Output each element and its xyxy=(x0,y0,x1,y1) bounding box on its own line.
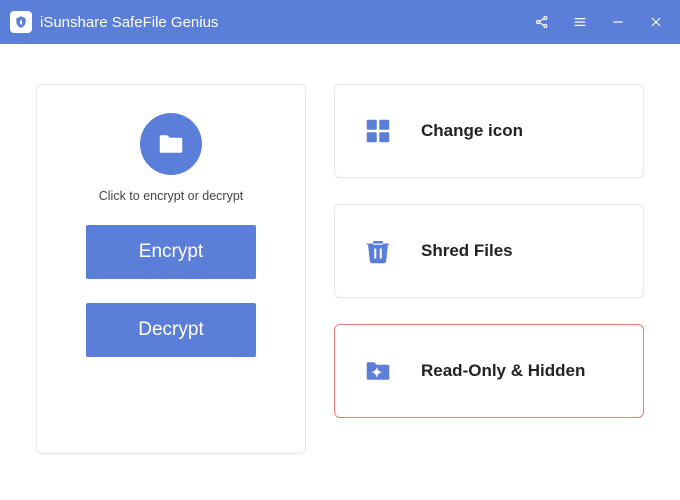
readonly-hidden-label: Read-Only & Hidden xyxy=(421,360,585,381)
close-icon[interactable] xyxy=(648,14,664,30)
encrypt-button[interactable]: Encrypt xyxy=(86,225,256,279)
trash-icon xyxy=(359,236,397,266)
main-content: Click to encrypt or decrypt Encrypt Decr… xyxy=(0,44,680,494)
encrypt-decrypt-card: Click to encrypt or decrypt Encrypt Decr… xyxy=(36,84,306,454)
encrypt-hint-text: Click to encrypt or decrypt xyxy=(99,189,244,203)
app-title: iSunshare SafeFile Genius xyxy=(40,14,534,31)
grid-icon xyxy=(359,116,397,146)
folder-gear-icon xyxy=(359,356,397,386)
titlebar: iSunshare SafeFile Genius xyxy=(0,0,680,44)
folder-icon xyxy=(140,113,202,175)
change-icon-label: Change icon xyxy=(421,120,523,141)
menu-icon[interactable] xyxy=(572,14,588,30)
app-logo-icon xyxy=(10,11,32,33)
readonly-hidden-card[interactable]: Read-Only & Hidden xyxy=(334,324,644,418)
feature-column: Change icon Shred Files Read-Only & Hidd… xyxy=(334,84,644,454)
minimize-icon[interactable] xyxy=(610,14,626,30)
change-icon-card[interactable]: Change icon xyxy=(334,84,644,178)
share-icon[interactable] xyxy=(534,14,550,30)
shred-files-label: Shred Files xyxy=(421,240,513,261)
shred-files-card[interactable]: Shred Files xyxy=(334,204,644,298)
decrypt-button[interactable]: Decrypt xyxy=(86,303,256,357)
window-controls xyxy=(534,14,664,30)
